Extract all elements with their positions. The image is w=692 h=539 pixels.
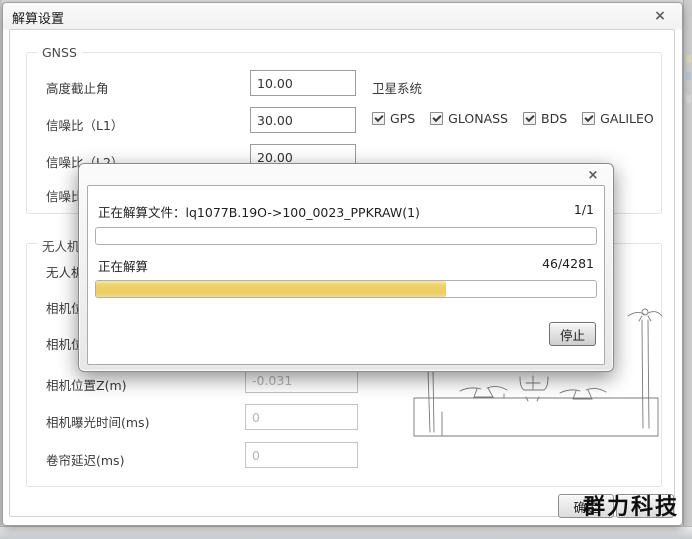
gnss-group-label: GNSS xyxy=(37,45,82,60)
rolling-shutter-delay-input[interactable] xyxy=(245,442,358,468)
glonass-checkbox-icon[interactable] xyxy=(430,112,443,125)
close-icon[interactable]: × xyxy=(650,9,670,25)
satellite-system-label: 卫星系统 xyxy=(372,78,422,97)
camera-exposure-label: 相机曝光时间(ms) xyxy=(46,412,149,431)
camera-pos-z-label: 相机位置Z(m) xyxy=(46,375,127,394)
galileo-checkbox-icon[interactable] xyxy=(582,112,595,125)
dialog-title: 解算设置 xyxy=(12,8,64,27)
gps-checkbox-icon[interactable] xyxy=(372,112,385,125)
checkbox-glonass[interactable]: GLONASS xyxy=(430,111,508,126)
progress-dialog-content: 正在解算文件：lq1077B.19O->100_0023_PPKRAW(1) 1… xyxy=(87,185,605,365)
background-bottom-edge xyxy=(0,526,692,539)
camera-exposure-input[interactable] xyxy=(245,404,358,430)
satellite-system-checkbox-group: GPS GLONASS BDS GALILEO xyxy=(372,111,654,126)
progress-dialog: × 正在解算文件：lq1077B.19O->100_0023_PPKRAW(1)… xyxy=(78,163,614,372)
gps-checkbox-label: GPS xyxy=(390,111,415,126)
bds-checkbox-icon[interactable] xyxy=(523,112,536,125)
stop-button[interactable]: 停止 xyxy=(549,322,596,346)
glonass-checkbox-label: GLONASS xyxy=(448,111,508,126)
background-right-edge xyxy=(683,0,692,539)
background-toolbar-item xyxy=(686,55,691,63)
epoch-progress-row: 正在解算 46/4281 xyxy=(98,256,594,275)
file-progress-row: 正在解算文件：lq1077B.19O->100_0023_PPKRAW(1) 1… xyxy=(98,202,594,221)
epoch-progress-bar-fill xyxy=(96,281,446,297)
elevation-cutoff-label: 高度截止角 xyxy=(46,78,109,97)
galileo-checkbox-label: GALILEO xyxy=(600,111,654,126)
progress-close-icon[interactable]: × xyxy=(584,169,602,183)
snr-l1-label: 信噪比（L1） xyxy=(46,115,123,134)
solving-file-label: 正在解算文件：lq1077B.19O->100_0023_PPKRAW(1) xyxy=(98,202,420,221)
snr-l1-input[interactable] xyxy=(250,107,356,133)
checkbox-gps[interactable]: GPS xyxy=(372,111,415,126)
app-root: 解算设置 × GNSS 高度截止角 卫星系统 信噪比（L1） GPS GLONA… xyxy=(0,0,692,539)
vendor-watermark: 群力科技 xyxy=(583,489,679,521)
epoch-progress-bar xyxy=(95,280,597,298)
solving-status-label: 正在解算 xyxy=(98,256,148,275)
background-toolbar-item xyxy=(686,95,691,103)
epoch-count-value: 46/4281 xyxy=(542,256,594,275)
file-progress-bar xyxy=(95,227,597,245)
background-toolbar-item xyxy=(686,72,691,80)
file-count-value: 1/1 xyxy=(574,202,594,221)
checkbox-galileo[interactable]: GALILEO xyxy=(582,111,654,126)
checkbox-bds[interactable]: BDS xyxy=(523,111,567,126)
rolling-shutter-delay-label: 卷帘延迟(ms) xyxy=(46,450,124,469)
elevation-cutoff-input[interactable] xyxy=(250,70,356,96)
bds-checkbox-label: BDS xyxy=(541,111,567,126)
